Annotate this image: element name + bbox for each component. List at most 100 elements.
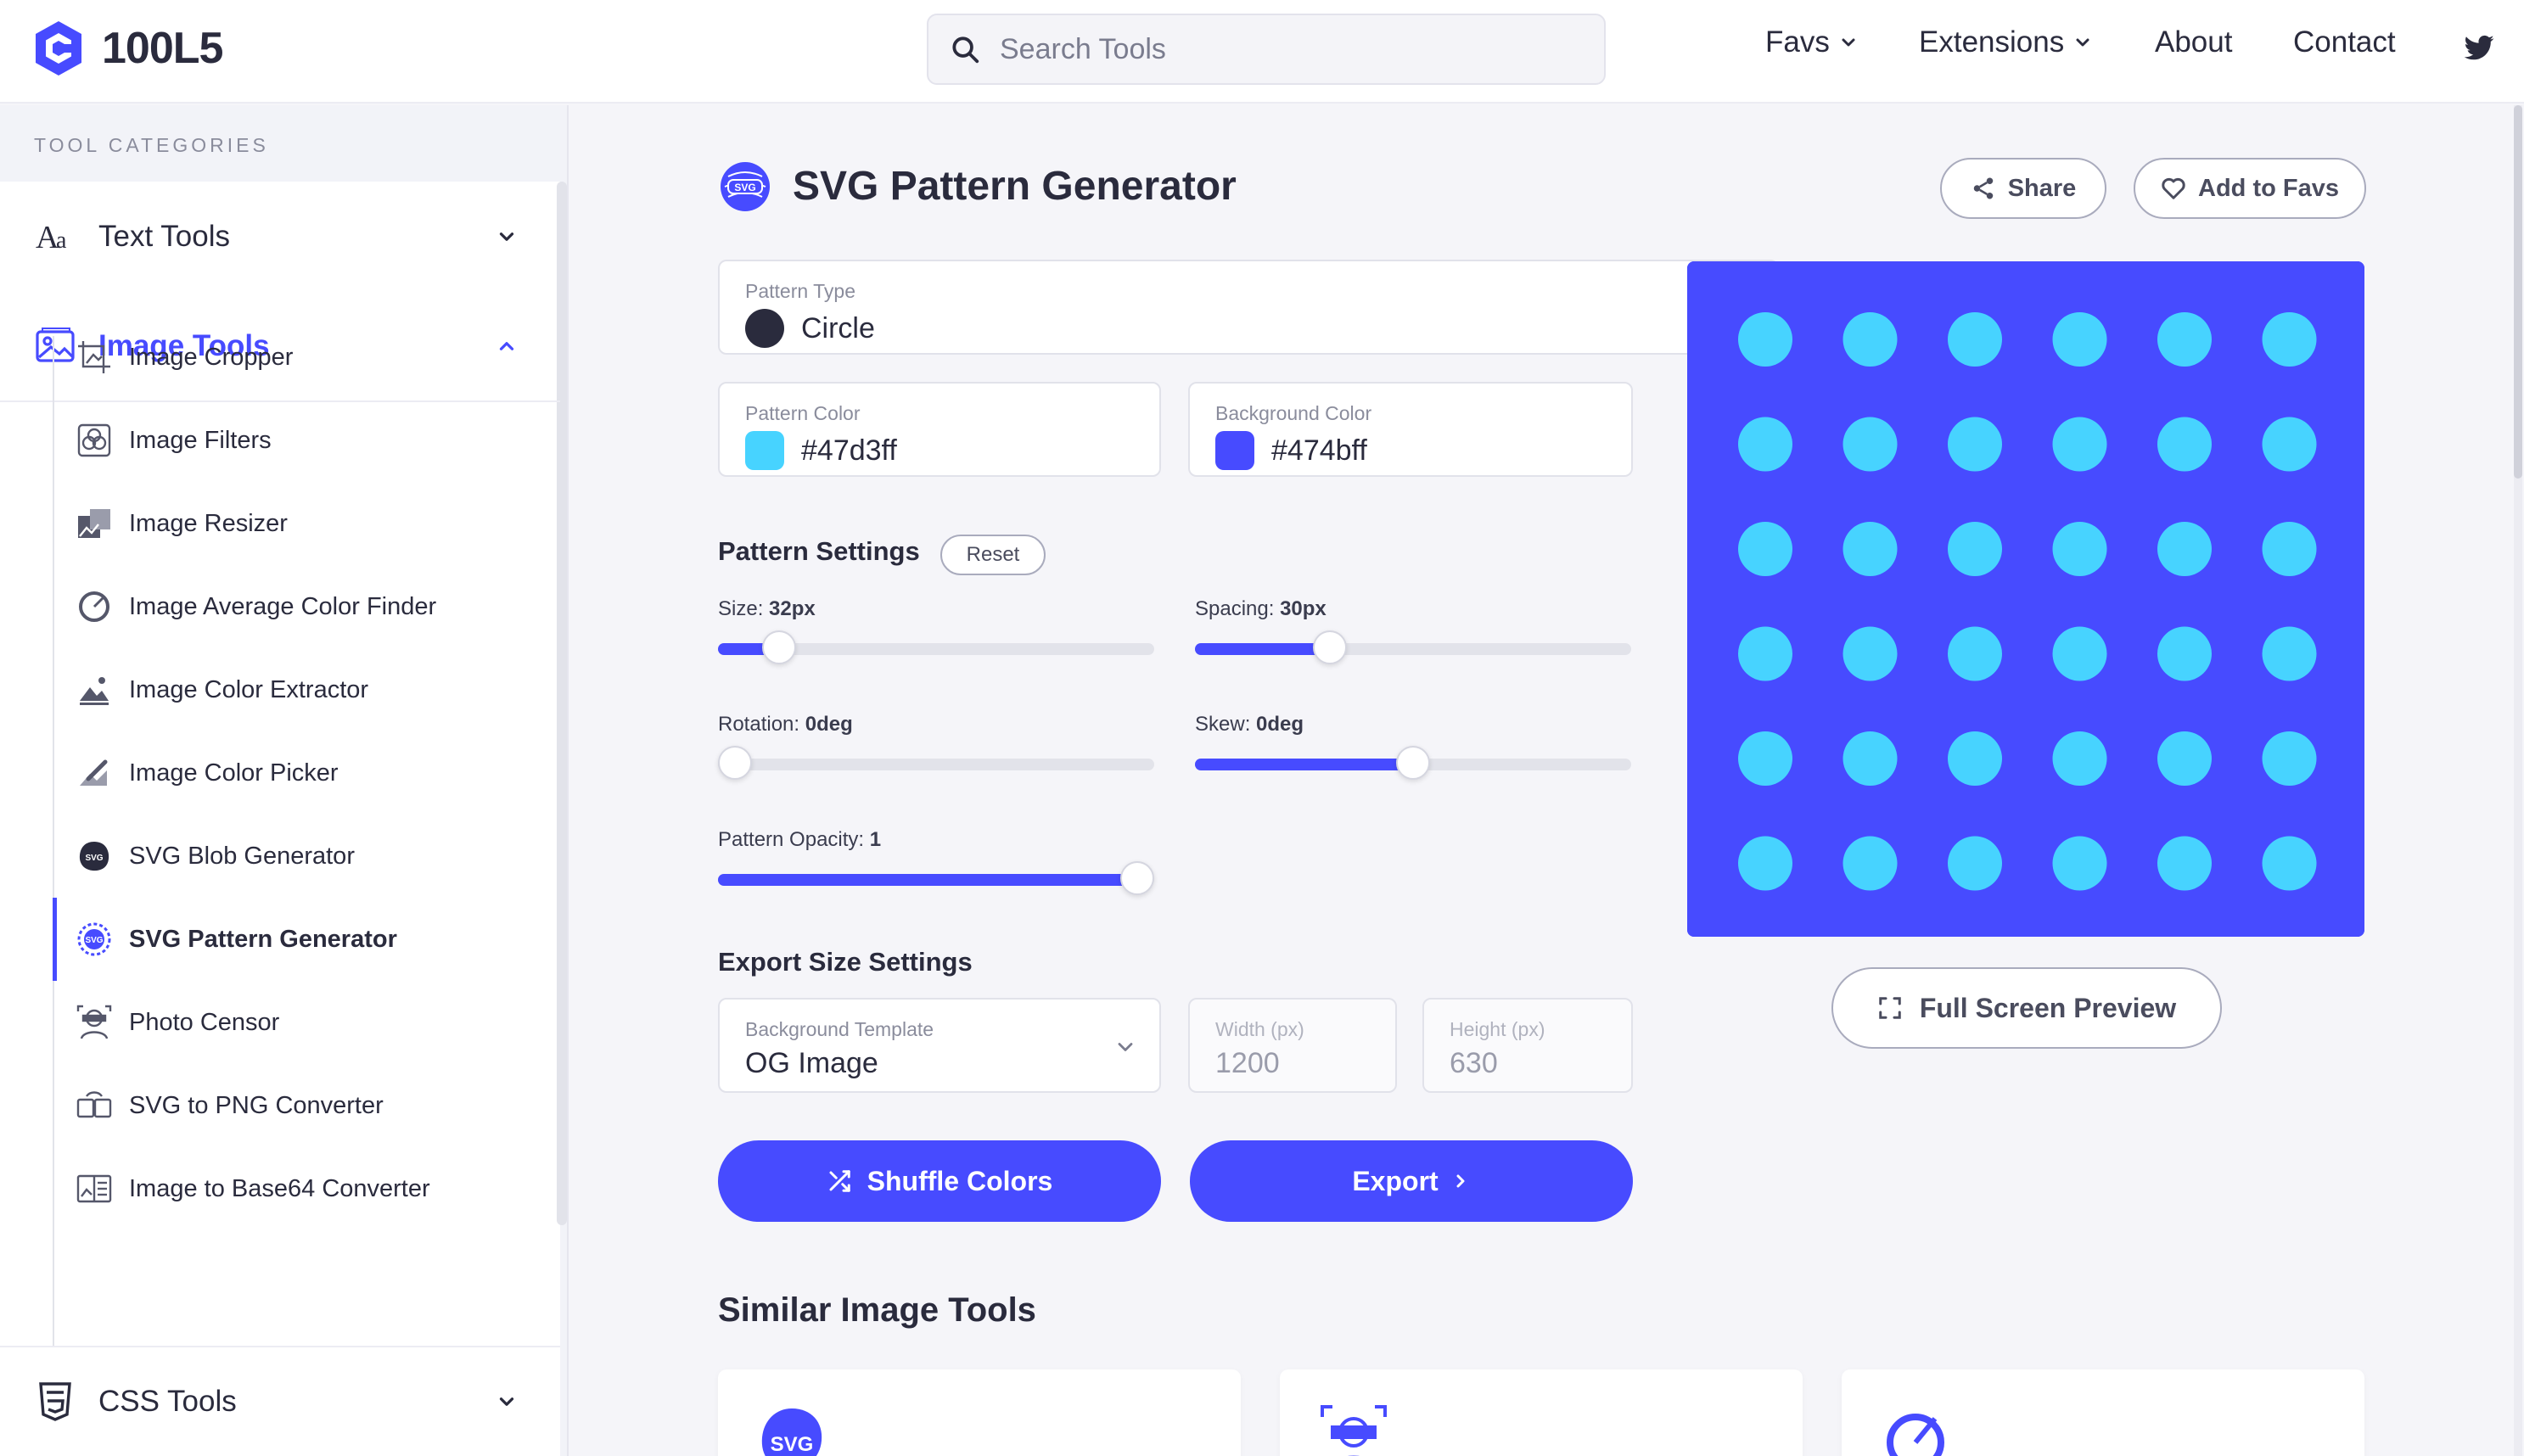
sidebar-item-photo-censor[interactable]: Photo Censor xyxy=(53,981,553,1064)
svg-blob-icon: SVG xyxy=(79,842,109,871)
background-template-value: OG Image xyxy=(745,1047,878,1079)
nav-extensions[interactable]: Extensions xyxy=(1919,25,2093,59)
rotation-slider[interactable] xyxy=(718,746,1154,780)
skew-slider-handle[interactable] xyxy=(1396,746,1430,780)
sidebar-item-svg-to-png-converter[interactable]: SVG to PNG Converter xyxy=(53,1064,553,1147)
nav-about[interactable]: About xyxy=(2155,25,2232,59)
background-color-value: #474bff xyxy=(1215,431,1367,470)
nav-favs[interactable]: Favs xyxy=(1765,25,1859,59)
page-title: SVG Pattern Generator xyxy=(793,164,1237,209)
export-button[interactable]: Export xyxy=(1190,1140,1633,1222)
category-text-tools[interactable]: Aa Text Tools xyxy=(0,182,560,292)
search-input[interactable] xyxy=(1000,32,1577,66)
base64-icon xyxy=(76,1174,112,1203)
css-icon xyxy=(34,1380,76,1423)
sidebar-item-image-color-extractor[interactable]: Image Color Extractor xyxy=(53,648,553,731)
search-icon xyxy=(952,36,979,64)
background-color-field[interactable]: Background Color #474bff xyxy=(1188,382,1633,477)
resize-icon xyxy=(78,509,110,538)
similar-tool-card[interactable] xyxy=(1842,1369,2364,1456)
pattern-settings-title: Pattern Settings xyxy=(718,536,920,566)
svg-text:a: a xyxy=(56,227,67,254)
size-slider-handle[interactable] xyxy=(761,630,796,664)
export-settings-title: Export Size Settings xyxy=(718,947,973,977)
pattern-circle xyxy=(2262,522,2317,576)
sidebar-item-svg-pattern-generator[interactable]: SVG SVG Pattern Generator xyxy=(53,898,553,981)
sidebar-item-label: SVG to PNG Converter xyxy=(129,1091,384,1119)
full-screen-preview-button[interactable]: Full Screen Preview xyxy=(1831,967,2222,1049)
pattern-circle xyxy=(1843,731,1898,786)
nav-favs-label: Favs xyxy=(1765,25,1830,59)
pattern-circle xyxy=(2052,626,2107,681)
shuffle-colors-button[interactable]: Shuffle Colors xyxy=(718,1140,1161,1222)
sidebar-heading: TOOL CATEGORIES xyxy=(34,134,269,156)
search-bar[interactable] xyxy=(927,14,1606,85)
pattern-color-label: Pattern Color xyxy=(745,402,861,424)
pattern-color-field[interactable]: Pattern Color #47d3ff xyxy=(718,382,1161,477)
export-height-field[interactable]: Height (px) 630 xyxy=(1422,998,1633,1093)
pattern-circle xyxy=(2262,417,2317,472)
fullscreen-icon xyxy=(1879,997,1901,1019)
add-to-favs-button[interactable]: Add to Favs xyxy=(2134,158,2366,219)
similar-tool-card[interactable]: SVG xyxy=(718,1369,1241,1456)
spacing-slider[interactable] xyxy=(1195,630,1631,664)
sidebar-item-image-filters[interactable]: Image Filters xyxy=(53,399,553,482)
sidebar-item-image-color-picker[interactable]: Image Color Picker xyxy=(53,731,553,815)
color-extractor-icon xyxy=(80,677,109,705)
nav-twitter[interactable] xyxy=(2463,32,2495,64)
chevron-down-icon xyxy=(499,1397,514,1406)
pattern-circle xyxy=(1843,836,1898,891)
sidebar-item-image-average-color-finder[interactable]: Image Average Color Finder xyxy=(53,565,553,648)
pattern-circle xyxy=(2052,522,2107,576)
similar-tools-title: Similar Image Tools xyxy=(718,1291,1036,1329)
pattern-circle xyxy=(1843,626,1898,681)
share-button[interactable]: Share xyxy=(1940,158,2106,219)
color-picker-icon xyxy=(80,759,108,786)
pattern-type-select[interactable]: Pattern Type Circle xyxy=(718,260,1779,355)
svg-to-png-icon xyxy=(76,1091,112,1118)
pattern-circle xyxy=(1948,836,2002,891)
pattern-color-swatch[interactable] xyxy=(745,431,784,470)
pattern-circle xyxy=(1843,312,1898,367)
spacing-slider-handle[interactable] xyxy=(1313,630,1348,664)
size-slider[interactable] xyxy=(718,630,1154,664)
similar-tool-card[interactable] xyxy=(1280,1369,1803,1456)
skew-slider[interactable] xyxy=(1195,746,1631,780)
export-width-value: 1200 xyxy=(1215,1047,1280,1079)
opacity-slider-handle[interactable] xyxy=(1120,861,1154,895)
sidebar-item-label: Image Cropper xyxy=(129,343,294,371)
chevron-down-icon xyxy=(499,232,514,241)
chevron-down-icon xyxy=(1118,1043,1133,1051)
category-css-tools[interactable]: CSS Tools xyxy=(0,1346,560,1456)
nav-contact[interactable]: Contact xyxy=(2293,25,2396,59)
full-screen-preview-label: Full Screen Preview xyxy=(1919,992,2177,1023)
pattern-type-text: Circle xyxy=(801,311,875,344)
opacity-slider[interactable] xyxy=(718,861,1154,895)
rotation-slider-handle[interactable] xyxy=(718,746,752,780)
text-icon: Aa xyxy=(34,216,76,258)
logo[interactable]: 100L5 xyxy=(32,19,223,78)
background-template-select[interactable]: Background Template OG Image xyxy=(718,998,1161,1093)
export-height-label: Height (px) xyxy=(1450,1018,1545,1040)
reset-button[interactable]: Reset xyxy=(940,535,1046,575)
background-color-swatch[interactable] xyxy=(1215,431,1254,470)
pattern-circle xyxy=(2052,417,2107,472)
crop-icon xyxy=(78,341,110,373)
sidebar-item-image-resizer[interactable]: Image Resizer xyxy=(53,482,553,565)
sidebar-item-image-to-base64-converter[interactable]: Image to Base64 Converter xyxy=(53,1147,553,1230)
sidebar-item-label: Image Filters xyxy=(129,426,272,454)
sidebar-item-image-cropper[interactable]: Image Cropper xyxy=(53,316,553,399)
skew-slider-label: Skew: 0deg xyxy=(1195,713,1304,736)
brand-name: 100L5 xyxy=(102,24,223,73)
filters-icon xyxy=(77,423,111,457)
sidebar-item-svg-blob-generator[interactable]: SVG SVG Blob Generator xyxy=(53,815,553,898)
logo-hexagon-icon xyxy=(36,21,81,76)
svg-text:SVG: SVG xyxy=(85,854,103,863)
pattern-circle xyxy=(2262,312,2317,367)
pattern-circle xyxy=(1843,522,1898,576)
export-width-field[interactable]: Width (px) 1200 xyxy=(1188,998,1397,1093)
page-scrollbar-thumb[interactable] xyxy=(2514,105,2522,479)
circle-shape-icon xyxy=(745,309,784,348)
pattern-circle xyxy=(1738,312,1792,367)
page-scrollbar[interactable] xyxy=(2514,105,2522,1456)
